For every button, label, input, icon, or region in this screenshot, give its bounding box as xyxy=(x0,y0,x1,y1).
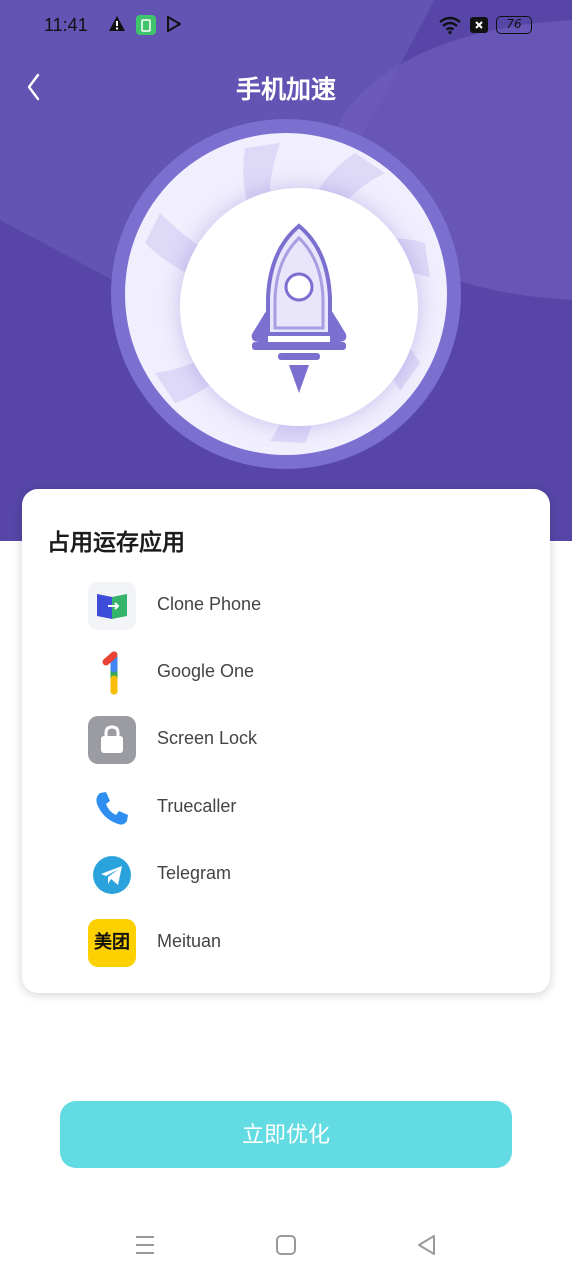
card-title: 占用运存应用 xyxy=(47,530,185,556)
app-label: Screen Lock xyxy=(157,728,258,748)
app-label: Clone Phone xyxy=(157,594,262,614)
google-one-icon xyxy=(102,651,118,695)
speed-dial xyxy=(111,119,461,469)
home-icon[interactable] xyxy=(275,1232,297,1258)
battery-level: 76 xyxy=(506,17,522,31)
list-item[interactable]: Truecaller xyxy=(22,780,550,836)
meituan-icon-text: 美团 xyxy=(94,932,130,953)
menu-icon[interactable] xyxy=(134,1232,156,1258)
hero-background: 11:41 76 手机加速 xyxy=(0,0,572,541)
play-store-icon xyxy=(167,16,181,32)
list-item[interactable]: Google One xyxy=(22,645,550,701)
list-item[interactable]: Screen Lock xyxy=(22,712,550,768)
dial-center xyxy=(180,188,418,426)
list-item[interactable]: Telegram xyxy=(22,847,550,903)
meituan-icon: 美团 xyxy=(88,919,136,967)
status-bar: 11:41 76 xyxy=(0,0,572,52)
telegram-icon xyxy=(93,856,131,894)
optimize-button[interactable]: 立即优化 xyxy=(60,1101,512,1168)
clone-phone-icon xyxy=(88,582,136,630)
phone-icon xyxy=(96,792,128,825)
app-label: Telegram xyxy=(157,863,232,883)
list-item[interactable]: 美团 Meituan xyxy=(22,915,550,971)
system-nav-bar xyxy=(0,1220,572,1280)
app-notification-icon xyxy=(136,15,156,35)
back-icon[interactable] xyxy=(415,1232,437,1258)
page-title: 手机加速 xyxy=(235,75,336,104)
wifi-icon xyxy=(439,16,461,35)
app-label: Meituan xyxy=(157,931,222,951)
rocket-icon xyxy=(251,223,347,393)
app-label: Google One xyxy=(157,661,255,681)
app-label: Truecaller xyxy=(157,796,237,816)
sim-icon xyxy=(470,17,488,33)
battery-icon: 76 xyxy=(496,16,532,34)
speed-dial-ring xyxy=(125,133,447,455)
list-item[interactable]: Clone Phone xyxy=(22,578,550,634)
running-apps-card: 占用运存应用 Clone Phone Google One Screen Loc… xyxy=(22,489,550,993)
lock-icon xyxy=(88,716,136,764)
status-time: 11:41 xyxy=(44,15,88,35)
warning-icon xyxy=(109,16,125,31)
